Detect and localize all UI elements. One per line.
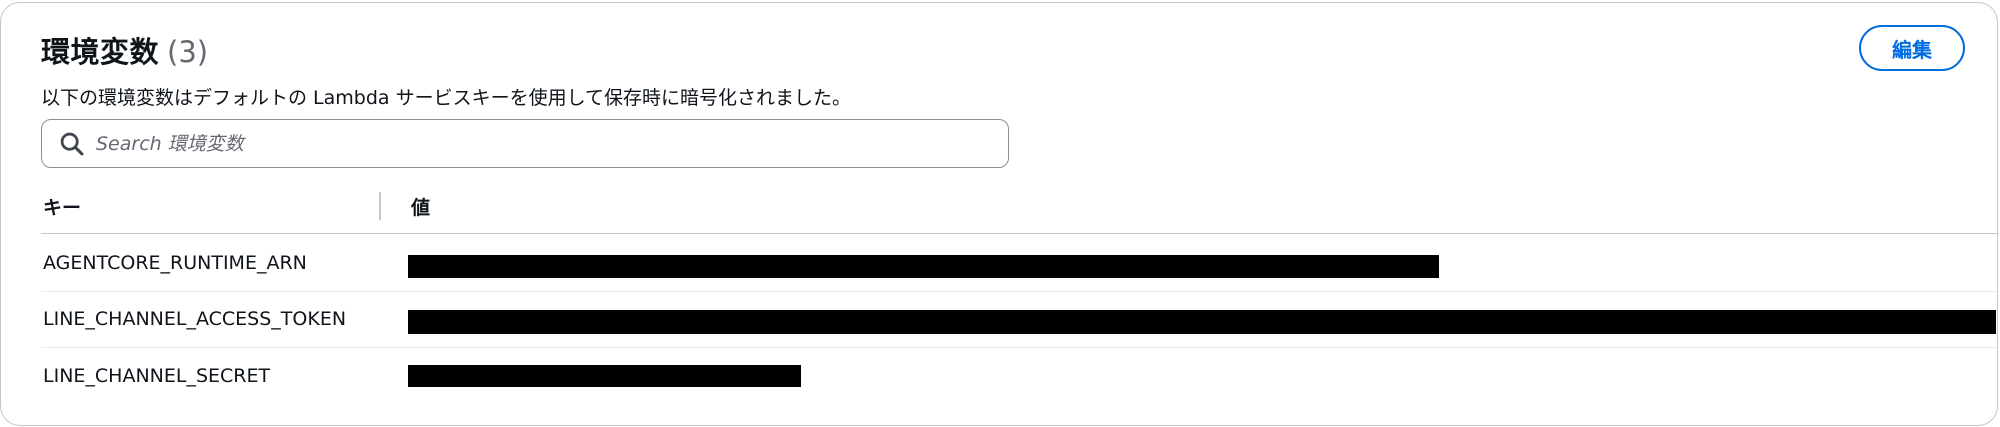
row-divider	[41, 291, 1999, 292]
panel-title: 環境変数	[41, 35, 160, 69]
panel-description: 以下の環境変数はデフォルトの Lambda サービスキーを使用して保存時に暗号化…	[41, 87, 852, 109]
panel-header: 環境変数 (3)	[41, 29, 208, 71]
table-header-divider	[41, 233, 1999, 234]
variable-count: (3)	[167, 35, 209, 69]
column-resize-divider[interactable]	[379, 192, 381, 220]
search-icon	[60, 132, 84, 155]
column-header-key[interactable]: キー	[43, 193, 81, 220]
redacted-value	[408, 255, 1439, 278]
table-row-key: LINE_CHANNEL_SECRET	[43, 365, 271, 387]
row-divider	[41, 347, 1999, 348]
search-input[interactable]	[96, 132, 976, 155]
edit-button[interactable]: 編集	[1859, 25, 1965, 71]
redacted-value	[408, 310, 1996, 334]
redacted-value	[408, 365, 801, 387]
column-header-value[interactable]: 値	[411, 193, 430, 220]
search-box[interactable]	[41, 119, 1009, 168]
table-row-key: AGENTCORE_RUNTIME_ARN	[43, 252, 307, 274]
environment-variables-panel: 環境変数 (3) 以下の環境変数はデフォルトの Lambda サービスキーを使用…	[0, 2, 1999, 426]
table-row-key: LINE_CHANNEL_ACCESS_TOKEN	[43, 308, 347, 330]
